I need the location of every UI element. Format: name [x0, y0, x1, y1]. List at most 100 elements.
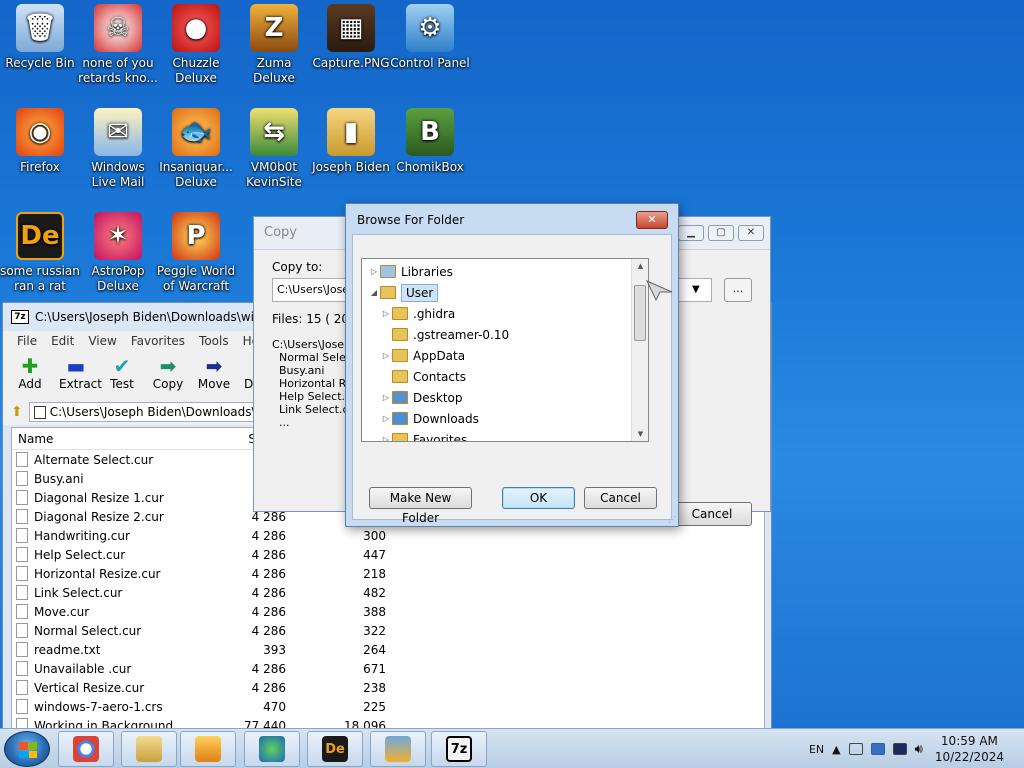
desktop-icon[interactable]: Z Zuma Deluxe: [234, 4, 314, 86]
desktop-icon[interactable]: ⚙ Control Panel: [390, 4, 470, 71]
maximize-button[interactable]: ▢: [708, 225, 734, 241]
move-arrow-icon: ➡: [205, 354, 223, 378]
tree-item[interactable]: ◢ User: [362, 282, 648, 303]
language-indicator[interactable]: EN: [809, 743, 824, 756]
file-name: Alternate Select.cur: [34, 452, 154, 467]
taskbar-media-button[interactable]: [180, 731, 236, 767]
tree-item[interactable]: ▷ .ghidra: [362, 303, 648, 324]
desktop-icon[interactable]: 🐟 Insaniquar... Deluxe: [156, 108, 236, 190]
action-center-icon[interactable]: [848, 743, 863, 755]
desktop-icon[interactable]: ● Chuzzle Deluxe: [156, 4, 236, 86]
file-name: Handwriting.cur: [34, 528, 130, 543]
desktop-icon[interactable]: ⇆ VM0b0t KevinSite: [234, 108, 314, 190]
expand-arrow-icon[interactable]: ▷: [380, 393, 392, 402]
resize-grip-icon[interactable]: ⋰: [668, 515, 676, 524]
taskbar-network-button[interactable]: [244, 731, 300, 767]
desktop-icon[interactable]: 🗑 Recycle Bin: [0, 4, 80, 71]
tree-item[interactable]: Contacts: [362, 366, 648, 387]
folder-tree[interactable]: ▷ Libraries ◢ User ▷ .ghidra .gstreamer-0.10 ▷ A…: [361, 258, 649, 442]
scroll-thumb[interactable]: [634, 285, 646, 341]
expand-arrow-icon[interactable]: ▷: [380, 309, 392, 318]
volume-icon[interactable]: 🔊︎: [915, 742, 923, 757]
cancel-button[interactable]: Cancel: [584, 487, 657, 509]
file-icon: [16, 471, 28, 486]
tree-item[interactable]: ▷ AppData: [362, 345, 648, 366]
menu-item-tools[interactable]: Tools: [199, 334, 229, 348]
desktop-icon[interactable]: ◉ Firefox: [0, 108, 80, 175]
table-row[interactable]: Link Select.cur 4 286 482: [12, 583, 764, 602]
taskbar-de-button[interactable]: De: [307, 731, 363, 767]
test-button[interactable]: ✔ Test: [105, 355, 139, 395]
taskbar-vbox-button[interactable]: [370, 731, 426, 767]
close-button[interactable]: ✕: [636, 211, 668, 229]
expand-arrow-icon[interactable]: ▷: [380, 414, 392, 423]
tree-item[interactable]: ▷ Desktop: [362, 387, 648, 408]
browse-for-folder-dialog[interactable]: Browse For Folder ✕ ▷ Libraries ◢ User ▷ .ghi…: [345, 203, 679, 527]
taskbar-chrome-button[interactable]: [58, 731, 114, 767]
close-button[interactable]: ✕: [738, 225, 764, 241]
desktop-icon[interactable]: De some russian ran a rat: [0, 212, 80, 294]
ok-button[interactable]: OK: [502, 487, 575, 509]
expand-arrow-icon[interactable]: ◢: [368, 288, 380, 297]
table-row[interactable]: readme.txt 393 264: [12, 640, 764, 659]
file-name: Busy.ani: [34, 471, 84, 486]
extract-button[interactable]: ▬ Extract: [59, 355, 102, 395]
7zip-window-title: C:\Users\Joseph Biden\Downloads\windo: [35, 310, 277, 324]
network-tray-icon[interactable]: [870, 743, 885, 755]
menu-item-favorites[interactable]: Favorites: [131, 334, 185, 348]
table-row[interactable]: Horizontal Resize.cur 4 286 218: [12, 564, 764, 583]
desktop-icon[interactable]: ☠ none of you retards kno...: [78, 4, 158, 86]
start-button[interactable]: [4, 731, 50, 767]
scroll-up-icon[interactable]: ▲: [632, 259, 648, 273]
expand-arrow-icon[interactable]: ▷: [368, 267, 380, 276]
tree-item[interactable]: ▷ Downloads: [362, 408, 648, 429]
libraries-icon: [380, 265, 396, 278]
table-row[interactable]: Handwriting.cur 4 286 300: [12, 526, 764, 545]
expand-arrow-icon[interactable]: ▷: [380, 351, 392, 360]
7zip-logo-icon: 7z: [11, 310, 29, 324]
show-hidden-icons-icon[interactable]: ▲: [832, 743, 840, 756]
menu-item-view[interactable]: View: [88, 334, 116, 348]
table-row[interactable]: Move.cur 4 286 388: [12, 602, 764, 621]
desktop-icon[interactable]: P Peggle World of Warcraft ...: [156, 212, 236, 309]
tree-item[interactable]: ▷ Libraries: [362, 261, 648, 282]
table-row[interactable]: Help Select.cur 4 286 447: [12, 545, 764, 564]
move-button[interactable]: ➡ Move: [197, 355, 231, 395]
browse-button[interactable]: ...: [724, 278, 752, 302]
copy-cancel-button[interactable]: Cancel: [672, 502, 752, 526]
file-name: Horizontal Resize.cur: [34, 566, 161, 581]
file-icon: [16, 680, 28, 695]
scroll-down-icon[interactable]: ▼: [632, 427, 648, 441]
table-row[interactable]: Vertical Resize.cur 4 286 238: [12, 678, 764, 697]
dropdown-arrow-icon[interactable]: ▼: [692, 284, 700, 295]
table-row[interactable]: windows-7-aero-1.crs 470 225: [12, 697, 764, 716]
menu-item-file[interactable]: File: [17, 334, 37, 348]
desktop-icon[interactable]: ✉ Windows Live Mail: [78, 108, 158, 190]
up-folder-icon[interactable]: ⬆: [11, 404, 23, 420]
file-packed-size: 300: [363, 528, 386, 543]
desktop-icon-label: Joseph Biden: [312, 160, 390, 174]
tree-item-label: .ghidra: [413, 306, 456, 321]
tree-item[interactable]: ▷ Favorites: [362, 429, 648, 441]
clock[interactable]: 10:59 AM 10/22/2024: [935, 733, 1004, 765]
column-name[interactable]: Name: [18, 432, 214, 445]
desktop-icon[interactable]: B ChomikBox: [390, 108, 470, 175]
desktop-icon[interactable]: ▮ Joseph Biden: [311, 108, 391, 175]
minimize-button[interactable]: ▁: [678, 225, 704, 241]
make-new-folder-button[interactable]: Make New Folder: [369, 487, 472, 525]
tree-item[interactable]: .gstreamer-0.10: [362, 324, 648, 345]
column-size[interactable]: S: [214, 432, 256, 446]
taskbar-7zip-button[interactable]: 7z: [431, 731, 487, 767]
copy-button[interactable]: ➡ Copy: [151, 355, 185, 395]
table-row[interactable]: Normal Select.cur 4 286 322: [12, 621, 764, 640]
desktop-icon-label: AstroPop Deluxe: [91, 264, 145, 293]
desktop-icon[interactable]: ✶ AstroPop Deluxe: [78, 212, 158, 294]
desktop-icon[interactable]: ▦ Capture.PNG: [311, 4, 391, 71]
display-tray-icon[interactable]: [892, 743, 907, 755]
add-button[interactable]: ✚ Add: [13, 355, 47, 395]
menu-item-edit[interactable]: Edit: [51, 334, 74, 348]
expand-arrow-icon[interactable]: ▷: [380, 435, 392, 441]
table-row[interactable]: Unavailable .cur 4 286 671: [12, 659, 764, 678]
desktop-folder-icon: [392, 391, 408, 404]
taskbar-explorer-button[interactable]: [121, 731, 177, 767]
